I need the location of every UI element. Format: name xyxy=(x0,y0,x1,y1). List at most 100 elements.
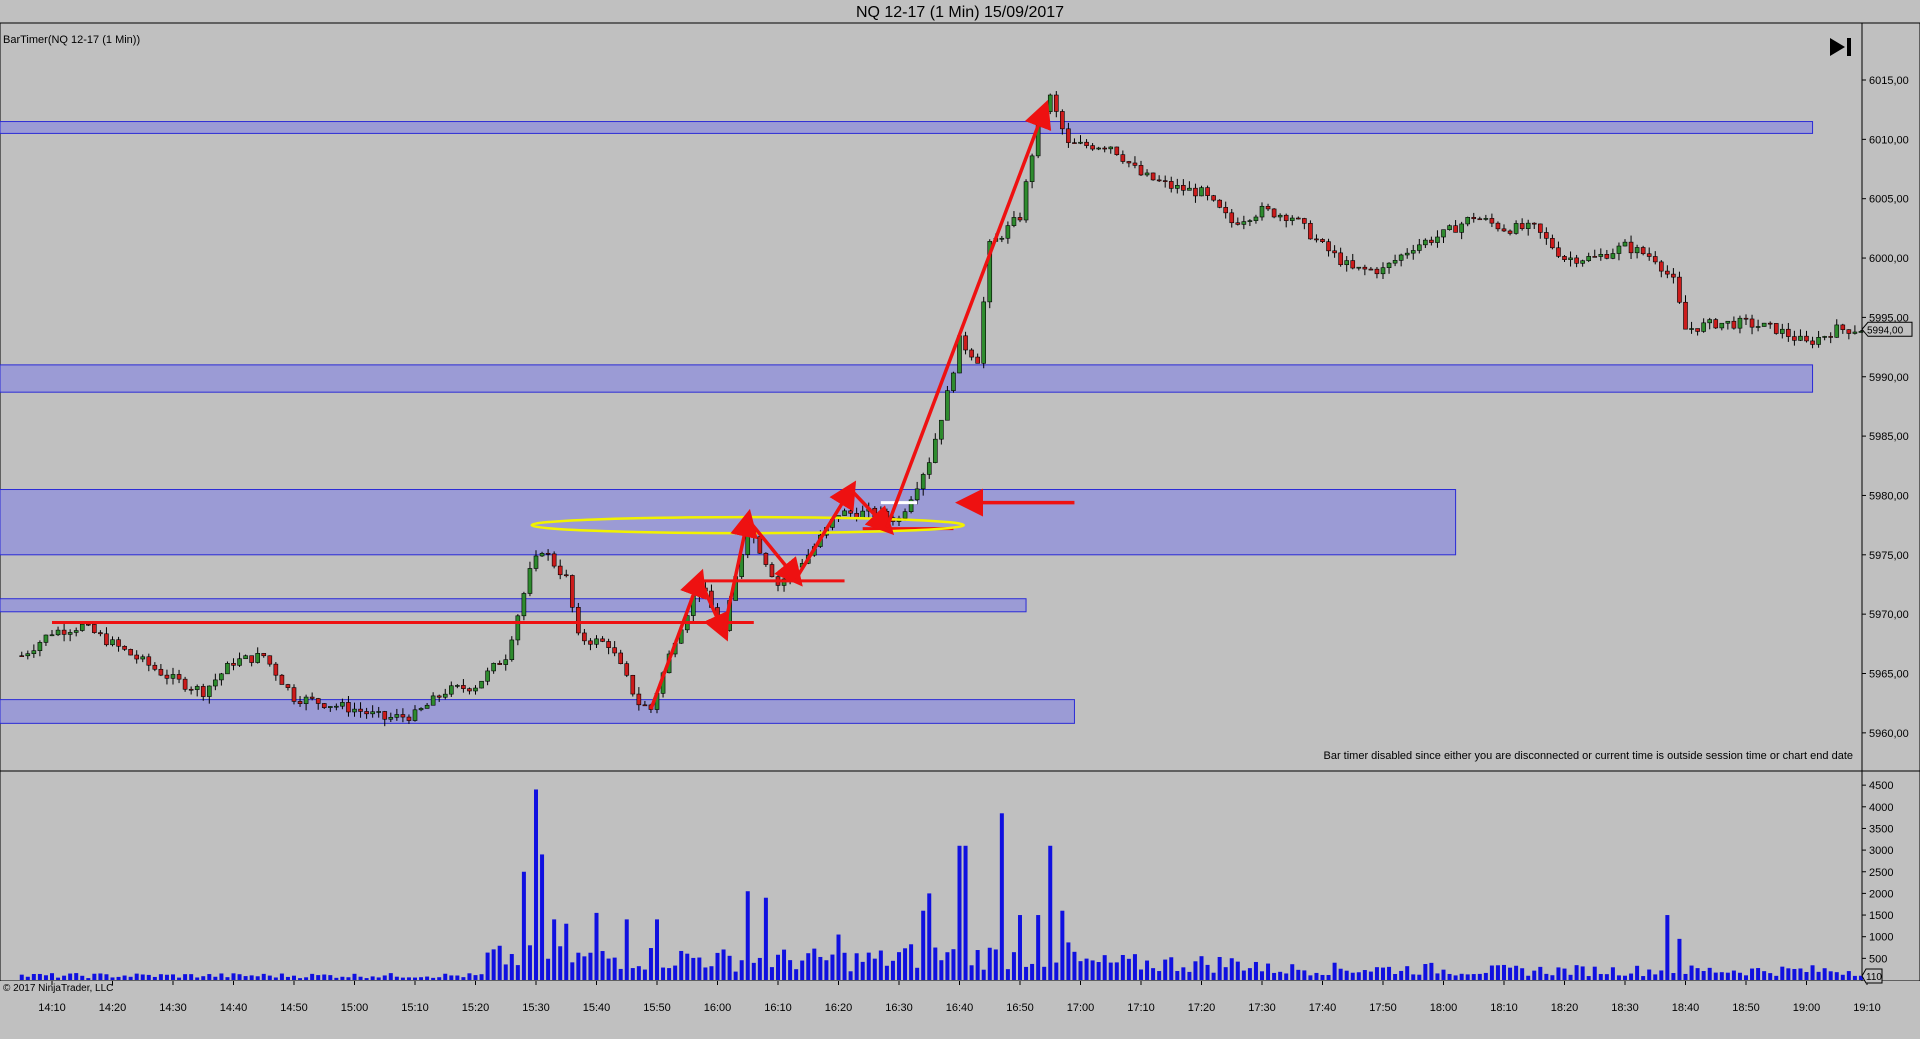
volume-bar xyxy=(1580,966,1585,980)
volume-bar xyxy=(751,962,756,980)
candle-body xyxy=(1562,256,1567,260)
candle-body xyxy=(1477,218,1483,221)
candle-body xyxy=(757,536,763,554)
volume-bar xyxy=(558,946,563,980)
volume-bar xyxy=(1441,969,1446,980)
candle-body xyxy=(551,553,557,567)
candle-body xyxy=(1646,253,1652,257)
candle-body xyxy=(55,629,61,636)
volume-bar xyxy=(618,968,623,980)
price-volume-chart[interactable]: 5960,00 5965,00 5970,00 5975,00 5980,00 5985,… xyxy=(0,0,1920,1039)
candle-body xyxy=(1193,187,1198,197)
candle-body xyxy=(1453,225,1458,233)
volume-bar xyxy=(993,949,998,980)
time-tick-label: 15:30 xyxy=(522,1002,550,1014)
volume-bar xyxy=(1399,970,1404,980)
volume-bar xyxy=(679,950,684,980)
volume-bar xyxy=(1229,958,1234,980)
price-tick-label: 5965,00 xyxy=(1869,669,1909,681)
volume-bar xyxy=(1556,967,1561,980)
candle-body xyxy=(1011,217,1017,226)
support-resistance-zone[interactable] xyxy=(0,121,1814,134)
volume-bar xyxy=(1199,956,1204,980)
volume-bar xyxy=(642,969,647,980)
support-resistance-zone[interactable] xyxy=(0,598,1027,613)
volume-bar xyxy=(655,919,659,980)
candle-body xyxy=(1120,154,1126,162)
volume-bar xyxy=(1193,961,1198,980)
time-tick-label: 17:10 xyxy=(1127,1002,1155,1014)
volume-bar xyxy=(406,977,411,980)
candle-body xyxy=(1398,254,1404,261)
candle-body xyxy=(285,684,291,688)
volume-bar xyxy=(231,973,236,980)
time-tick-label: 14:30 xyxy=(159,1002,187,1014)
candle-body xyxy=(334,705,339,708)
candle-body xyxy=(999,237,1005,240)
volume-bar xyxy=(818,956,823,980)
candle-body xyxy=(533,555,539,569)
volume-bar xyxy=(419,977,424,980)
support-resistance-zone[interactable] xyxy=(0,699,1075,724)
candle-body xyxy=(188,688,194,691)
candle-body xyxy=(1737,317,1743,329)
volume-bar xyxy=(721,949,726,980)
candle-body xyxy=(128,649,133,656)
volume-bar xyxy=(860,961,865,980)
volume-bar xyxy=(443,973,448,980)
volume-bar xyxy=(1223,967,1228,980)
support-resistance-zone[interactable] xyxy=(0,489,1457,556)
candle-body xyxy=(1084,141,1089,146)
candle-body xyxy=(1713,319,1719,329)
support-resistance-zone[interactable] xyxy=(0,364,1814,393)
candle-body xyxy=(1556,247,1561,257)
time-tick-label: 17:20 xyxy=(1188,1002,1216,1014)
volume-bar xyxy=(1314,972,1319,980)
volume-bar xyxy=(56,977,61,980)
price-tick-label: 5960,00 xyxy=(1869,728,1909,740)
candle-body xyxy=(255,653,260,663)
volume-bar xyxy=(691,957,696,980)
candle-body xyxy=(769,564,775,578)
volume-bar xyxy=(116,976,121,980)
volume-bar xyxy=(1393,973,1398,980)
candle-body xyxy=(975,356,980,364)
volume-bar xyxy=(1514,965,1519,980)
candle-body xyxy=(1604,254,1610,259)
candle-body xyxy=(1078,141,1083,144)
candle-body xyxy=(1356,266,1362,269)
candle-body xyxy=(1628,241,1634,254)
time-tick-label: 18:30 xyxy=(1611,1002,1639,1014)
volume-bar xyxy=(1780,966,1785,980)
volume-bar xyxy=(340,976,345,980)
volume-bar xyxy=(1762,971,1767,980)
volume-bar xyxy=(1350,972,1355,980)
price-tick-label: 5990,00 xyxy=(1869,372,1909,384)
candle-body xyxy=(1755,326,1761,328)
volume-bar xyxy=(945,952,950,980)
volume-bar xyxy=(394,976,399,980)
volume-bar xyxy=(769,967,774,980)
candle-body xyxy=(1368,268,1374,271)
candle-body xyxy=(1513,223,1519,234)
candle-body xyxy=(1798,335,1803,341)
candle-body xyxy=(1507,230,1513,234)
time-tick-label: 18:50 xyxy=(1732,1002,1760,1014)
volume-bar xyxy=(739,960,744,980)
volume-bar xyxy=(661,967,666,980)
volume-bar xyxy=(812,948,817,980)
candle-body xyxy=(932,438,938,463)
volume-bar xyxy=(727,955,732,980)
candle-body xyxy=(455,685,460,687)
candle-body xyxy=(37,642,43,652)
time-tick-label: 17:30 xyxy=(1248,1002,1276,1014)
volume-bar xyxy=(62,975,67,980)
volume-bar xyxy=(527,945,532,980)
volume-bar xyxy=(1024,966,1029,980)
price-panel[interactable] xyxy=(0,22,1863,772)
volume-bar xyxy=(521,871,526,980)
volume-bar xyxy=(425,976,430,980)
volume-tick-label: 4000 xyxy=(1869,802,1893,814)
candle-body xyxy=(1320,239,1325,242)
volume-bar xyxy=(140,974,145,980)
